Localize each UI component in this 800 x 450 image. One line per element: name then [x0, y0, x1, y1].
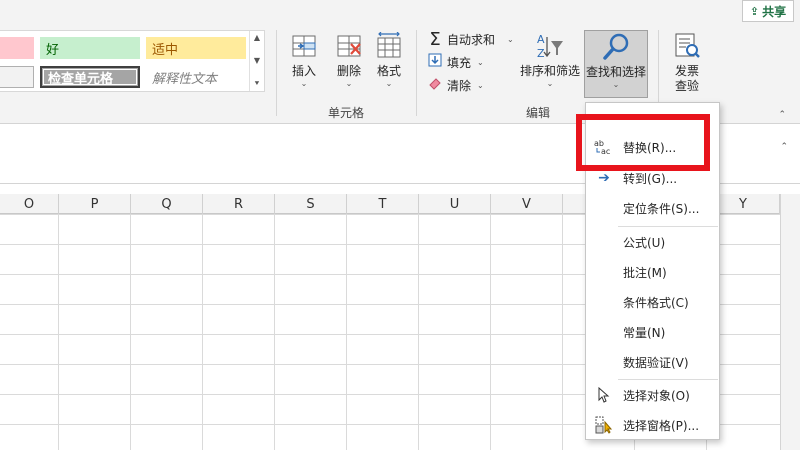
menu-separator: [618, 379, 718, 380]
gridline: [418, 214, 419, 450]
autosum-button[interactable]: Σ 自动求和 ⌄: [427, 28, 514, 50]
gridline: [202, 214, 203, 450]
gridline: [58, 214, 59, 450]
collapse-ribbon-icon[interactable]: ⌃: [778, 110, 786, 120]
column-header-S[interactable]: S: [275, 194, 347, 214]
style-bad[interactable]: [0, 37, 34, 59]
svg-text:A: A: [537, 33, 545, 46]
menu-item-data-validation[interactable]: 数据验证(V): [586, 348, 719, 376]
share-icon: ⇪: [749, 4, 760, 18]
column-header-Q[interactable]: Q: [131, 194, 203, 214]
format-cells-icon: [373, 30, 405, 62]
share-label: 共享: [762, 4, 787, 19]
gallery-up-icon[interactable]: ▲: [254, 33, 260, 42]
menu-item-label: 数据验证(V): [623, 355, 689, 370]
delete-label: 删除: [336, 64, 361, 78]
gridline: [346, 214, 347, 450]
chevron-down-icon: ⌄: [546, 79, 554, 88]
sort-filter-button[interactable]: A Z 排序和筛选 ⌄: [519, 30, 581, 89]
find-select-button[interactable]: 查找和选择 ⌄: [584, 30, 648, 98]
menu-separator: [618, 226, 718, 227]
menu-item-conditional-formatting[interactable]: 条件格式(C): [586, 288, 719, 316]
chevron-down-icon: ⌄: [385, 79, 393, 88]
column-header-P[interactable]: P: [59, 194, 131, 214]
chevron-down-icon: ⌄: [477, 80, 484, 90]
group-separator: [416, 30, 417, 116]
gridline: [274, 214, 275, 450]
invoice-label-line1: 发票: [674, 64, 699, 78]
menu-item-formulas[interactable]: 公式(U): [586, 228, 719, 256]
chevron-down-icon: ⌄: [612, 80, 620, 89]
style-normal[interactable]: [0, 66, 34, 88]
svg-text:Z: Z: [537, 47, 545, 60]
insert-cells-icon: [288, 30, 320, 62]
fill-button[interactable]: 填充 ⌄: [427, 52, 484, 72]
invoice-check-button[interactable]: 发票 查验: [668, 30, 706, 94]
menu-item-comments[interactable]: 批注(M): [586, 258, 719, 286]
invoice-label-line2: 查验: [674, 79, 699, 93]
goto-arrow-icon: ➔: [598, 170, 610, 186]
sort-filter-icon: A Z: [534, 30, 566, 62]
eraser-icon: [427, 76, 443, 94]
menu-item-label: 批注(M): [623, 265, 667, 280]
clear-button[interactable]: 清除 ⌄: [427, 75, 484, 95]
group-separator: [276, 30, 277, 116]
column-header-V[interactable]: V: [491, 194, 563, 214]
clear-label: 清除: [447, 78, 472, 93]
menu-item-label: 条件格式(C): [623, 295, 689, 310]
share-button[interactable]: ⇪ 共享: [742, 0, 794, 22]
invoice-search-icon: [671, 30, 703, 62]
gallery-down-icon[interactable]: ▼: [254, 56, 260, 65]
column-header-T[interactable]: T: [347, 194, 419, 214]
pointer-icon: [586, 387, 622, 403]
column-header-R[interactable]: R: [203, 194, 275, 214]
chevron-down-icon: ⌄: [507, 34, 514, 44]
chevron-down-icon: ⌄: [345, 79, 353, 88]
editing-group-label: 编辑: [526, 106, 551, 120]
column-header-U[interactable]: U: [419, 194, 491, 214]
menu-item-label: 选择对象(O): [623, 388, 690, 403]
insert-button[interactable]: 插入 ⌄: [288, 30, 320, 89]
menu-item-constants[interactable]: 常量(N): [586, 318, 719, 346]
menu-item-label: 转到(G)...: [623, 171, 678, 186]
menu-item-label: 常量(N): [623, 325, 666, 340]
chevron-down-icon: ⌄: [477, 57, 484, 67]
gallery-scrollbar[interactable]: ▲ ▼ ⯆: [249, 31, 264, 91]
menu-item-label: 选择窗格(P)...: [623, 418, 700, 433]
column-header-O[interactable]: O: [0, 194, 59, 214]
gridline: [130, 214, 131, 450]
formula-bar-collapse-icon[interactable]: ⌃: [780, 142, 788, 152]
format-label: 格式: [376, 64, 401, 78]
style-good[interactable]: 好: [40, 37, 140, 59]
sigma-icon: Σ: [429, 28, 441, 50]
fill-down-icon: [427, 53, 443, 71]
sort-filter-label: 排序和筛选: [519, 64, 580, 78]
magnifier-icon: [600, 31, 632, 63]
style-check-cell[interactable]: 检查单元格: [40, 66, 140, 88]
style-neutral[interactable]: 适中: [146, 37, 246, 59]
fill-label: 填充: [447, 55, 472, 70]
chevron-down-icon: ⌄: [300, 79, 308, 88]
gridline: [490, 214, 491, 450]
menu-item-label: 定位条件(S)...: [623, 201, 700, 216]
selection-pane-icon: [586, 416, 622, 434]
style-explanatory-text[interactable]: 解释性文本: [146, 66, 246, 88]
highlight-annotation-box: [576, 114, 710, 171]
gridline: [562, 214, 563, 450]
find-select-label: 查找和选择: [585, 65, 646, 79]
delete-button[interactable]: 删除 ⌄: [333, 30, 365, 89]
insert-label: 插入: [291, 64, 316, 78]
menu-item-goto-special[interactable]: 定位条件(S)...: [586, 194, 719, 222]
vertical-scrollbar[interactable]: [780, 194, 800, 450]
gallery-more-icon[interactable]: ⯆: [254, 79, 260, 89]
menu-item-select-objects[interactable]: 选择对象(O): [586, 381, 719, 409]
menu-item-selection-pane[interactable]: 选择窗格(P)...: [586, 411, 719, 439]
cells-group-label: 单元格: [328, 106, 365, 120]
delete-cells-icon: [333, 30, 365, 62]
format-button[interactable]: 格式 ⌄: [373, 30, 405, 89]
cell-styles-gallery: 好 适中 检查单元格 解释性文本 ▲ ▼ ⯆: [0, 30, 265, 92]
autosum-label: 自动求和: [447, 32, 496, 47]
menu-item-label: 公式(U): [623, 235, 666, 250]
